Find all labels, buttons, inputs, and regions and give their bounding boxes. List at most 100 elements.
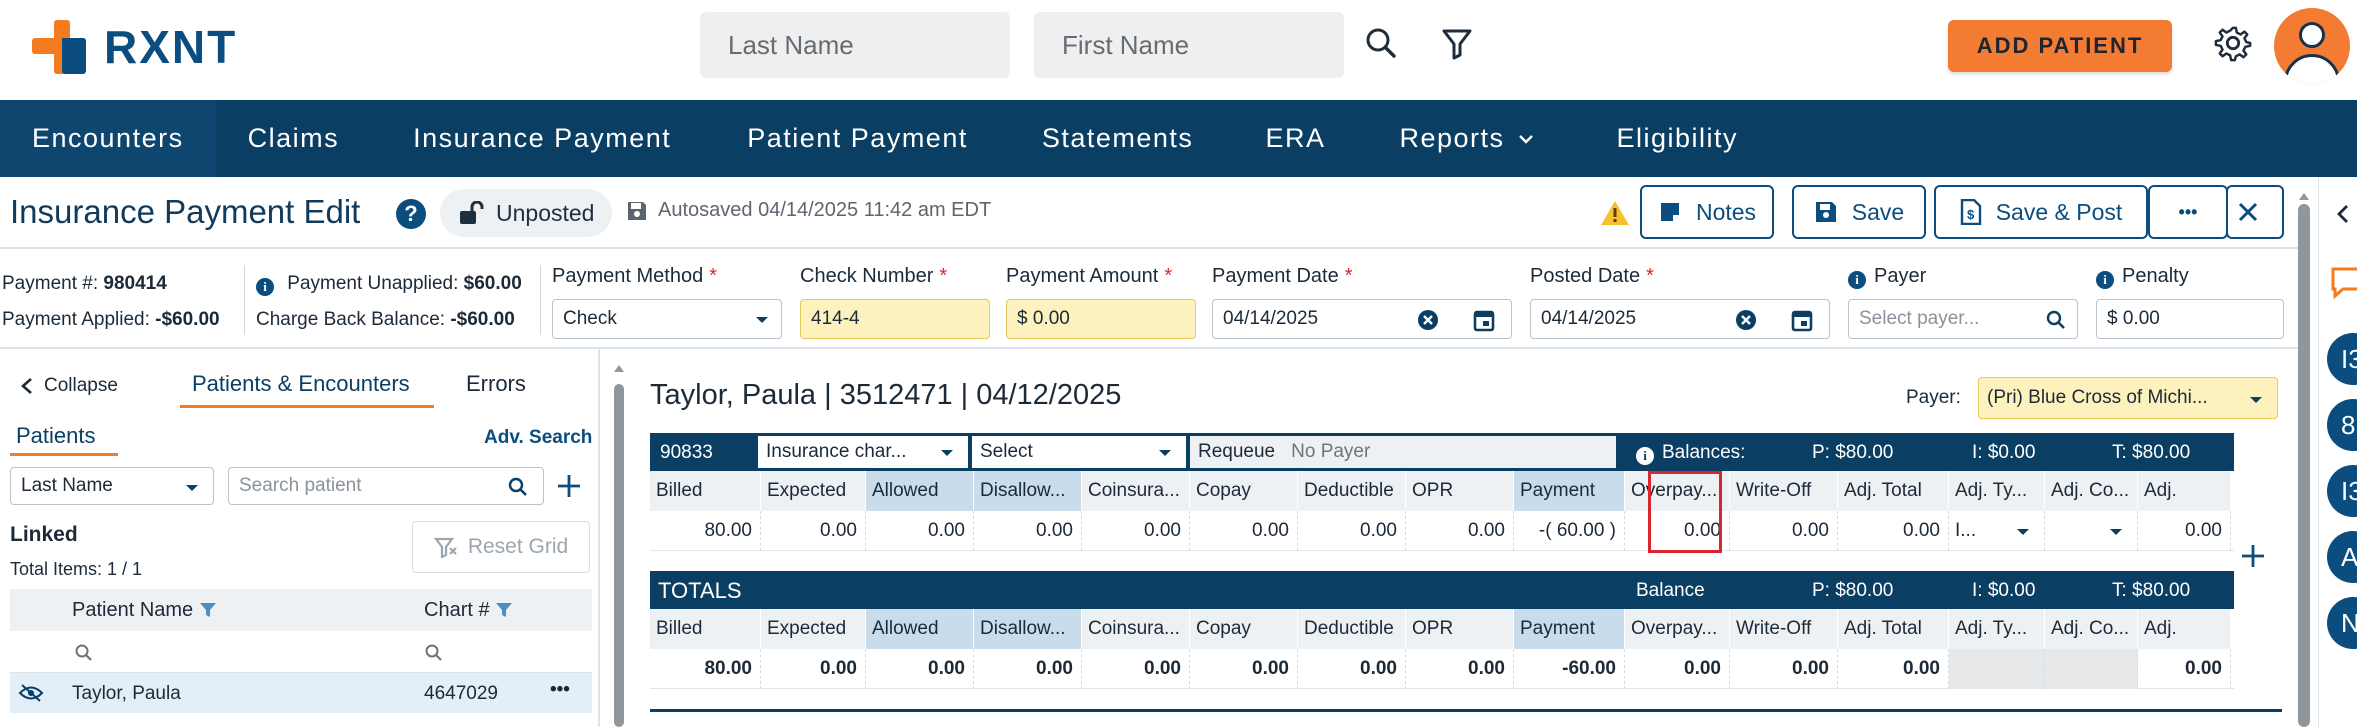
col-header-deductible[interactable]: Deductible [1298, 609, 1406, 649]
nav-reports[interactable]: Reports [1357, 100, 1566, 177]
col-header-opr[interactable]: OPR [1406, 609, 1514, 649]
tab-errors[interactable]: Errors [466, 371, 526, 397]
col-header-allowed[interactable]: Allowed [866, 471, 974, 511]
posted-date-input[interactable]: 04/14/2025 [1530, 299, 1830, 339]
clear-icon[interactable] [1417, 309, 1439, 331]
nav-claims[interactable]: Claims [216, 100, 372, 177]
nav-patient-payment[interactable]: Patient Payment [703, 100, 1000, 177]
info-icon[interactable]: i [2096, 271, 2114, 289]
col-header-adj-total[interactable]: Adj. Total [1838, 471, 1949, 511]
col-header-payment[interactable]: Payment [1514, 471, 1625, 511]
column-filter-icon[interactable] [495, 602, 513, 618]
cell-coinsura[interactable]: 0.00 [1082, 511, 1190, 551]
help-icon[interactable]: ? [396, 199, 426, 229]
col-header-deductible[interactable]: Deductible [1298, 471, 1406, 511]
cell-adj[interactable]: 0.00 [2138, 511, 2231, 551]
clear-icon[interactable] [1735, 309, 1757, 331]
status-badge[interactable]: Unposted [440, 189, 612, 237]
col-header-adj-co[interactable]: Adj. Co... [2045, 471, 2138, 511]
search-icon[interactable] [1362, 24, 1402, 64]
info-icon[interactable]: i [256, 278, 274, 296]
cell-adj-ty[interactable]: I... [1949, 511, 2045, 551]
col-header-coinsura[interactable]: Coinsura... [1082, 471, 1190, 511]
penalty-input[interactable]: $ 0.00 [2096, 299, 2284, 339]
cell-opr[interactable]: 0.00 [1406, 511, 1514, 551]
col-header-overpay[interactable]: Overpay... [1625, 609, 1730, 649]
more-actions-button[interactable]: ••• [2148, 185, 2228, 239]
nav-eligibility[interactable]: Eligibility [1567, 100, 1771, 177]
search-icon[interactable] [424, 643, 444, 663]
column-filter-icon[interactable] [199, 602, 217, 618]
col-header-write-off[interactable]: Write-Off [1730, 609, 1838, 649]
tab-patients-encounters[interactable]: Patients & Encounters [192, 371, 410, 397]
rxnt-logo[interactable]: RXNT [32, 16, 237, 78]
filter-icon[interactable] [1438, 24, 1478, 64]
cell-disallow[interactable]: 0.00 [974, 511, 1082, 551]
scroll-up-icon[interactable] [612, 362, 626, 374]
nav-statements[interactable]: Statements [1000, 100, 1226, 177]
chat-icon[interactable] [2329, 265, 2357, 299]
add-line-plus-icon[interactable] [2240, 543, 2266, 569]
add-patient-button[interactable]: ADD PATIENT [1948, 20, 2172, 72]
add-patient-plus-icon[interactable] [556, 473, 582, 499]
table-row[interactable]: Taylor, Paula 4647029 ••• [10, 673, 592, 713]
payer-select-input[interactable]: Select payer... [1848, 299, 2078, 339]
check-number-input[interactable]: 414-4 [800, 299, 990, 339]
col-header-billed[interactable]: Billed [650, 471, 761, 511]
col-header-copay[interactable]: Copay [1190, 471, 1298, 511]
info-icon[interactable]: i [1636, 447, 1654, 465]
col-header-adj-ty[interactable]: Adj. Ty... [1949, 471, 2045, 511]
reset-grid-button[interactable]: Reset Grid [412, 521, 590, 573]
adjustment-select[interactable]: Select [972, 436, 1186, 468]
payment-amount-input[interactable]: $ 0.00 [1006, 299, 1196, 339]
left-panel-scrollbar[interactable] [612, 362, 624, 727]
insurance-charge-select[interactable]: Insurance char... [758, 436, 968, 468]
col-header-copay[interactable]: Copay [1190, 609, 1298, 649]
col-header-adj[interactable]: Adj. [2138, 609, 2231, 649]
payment-method-select[interactable]: Check [552, 299, 782, 339]
encounter-payer-select[interactable]: (Pri) Blue Cross of Michi... [1978, 377, 2278, 419]
cell-write-off[interactable]: 0.00 [1730, 511, 1838, 551]
save-button[interactable]: Save [1792, 185, 1926, 239]
sidebar-avatar-4[interactable]: A [2327, 531, 2357, 583]
first-name-search-input[interactable] [1034, 12, 1344, 78]
cell-allowed[interactable]: 0.00 [866, 511, 974, 551]
sidebar-avatar-2[interactable]: 8 [2327, 399, 2357, 451]
save-post-button[interactable]: $ Save & Post [1934, 185, 2148, 239]
user-avatar[interactable] [2274, 8, 2350, 84]
col-header-payment[interactable]: Payment [1514, 609, 1625, 649]
col-header-billed[interactable]: Billed [650, 609, 761, 649]
table-row[interactable]: 80.00 0.00 0.00 0.00 0.00 0.00 0.00 0.00 -( 60.0… [650, 511, 2234, 551]
close-button[interactable] [2226, 185, 2284, 239]
sidebar-avatar-1[interactable]: I3 [2327, 333, 2357, 385]
chevron-left-icon[interactable] [2333, 203, 2353, 225]
col-header-adj-ty[interactable]: Adj. Ty... [1949, 609, 2045, 649]
cell-copay[interactable]: 0.00 [1190, 511, 1298, 551]
search-icon[interactable] [74, 643, 94, 663]
requeue-field[interactable]: Requeue No Payer [1190, 436, 1616, 468]
col-header-disallow[interactable]: Disallow... [974, 471, 1082, 511]
calendar-icon[interactable] [1473, 308, 1495, 332]
payment-date-input[interactable]: 04/14/2025 [1212, 299, 1512, 339]
search-icon[interactable] [507, 476, 529, 498]
main-scrollbar[interactable] [2298, 190, 2310, 727]
search-icon[interactable] [2045, 309, 2067, 331]
col-header-expected[interactable]: Expected [761, 609, 866, 649]
nav-era[interactable]: ERA [1225, 100, 1357, 177]
cell-deductible[interactable]: 0.00 [1298, 511, 1406, 551]
adv-search-link[interactable]: Adv. Search [484, 427, 592, 449]
search-by-select[interactable]: Last Name [10, 467, 214, 505]
col-header-disallow[interactable]: Disallow... [974, 609, 1082, 649]
warning-icon[interactable] [1600, 199, 1630, 227]
nav-encounters[interactable]: Encounters [0, 100, 216, 177]
last-name-search-input[interactable] [700, 12, 1010, 78]
calendar-icon[interactable] [1791, 308, 1813, 332]
cell-expected[interactable]: 0.00 [761, 511, 866, 551]
col-header-adj[interactable]: Adj. [2138, 471, 2231, 511]
row-more-button[interactable]: ••• [550, 679, 570, 701]
col-header-adj-co[interactable]: Adj. Co... [2045, 609, 2138, 649]
col-chart-number[interactable]: Chart # [424, 599, 513, 622]
tab-patients[interactable]: Patients [16, 423, 96, 449]
gear-icon[interactable] [2214, 24, 2252, 62]
col-patient-name[interactable]: Patient Name [72, 599, 217, 622]
